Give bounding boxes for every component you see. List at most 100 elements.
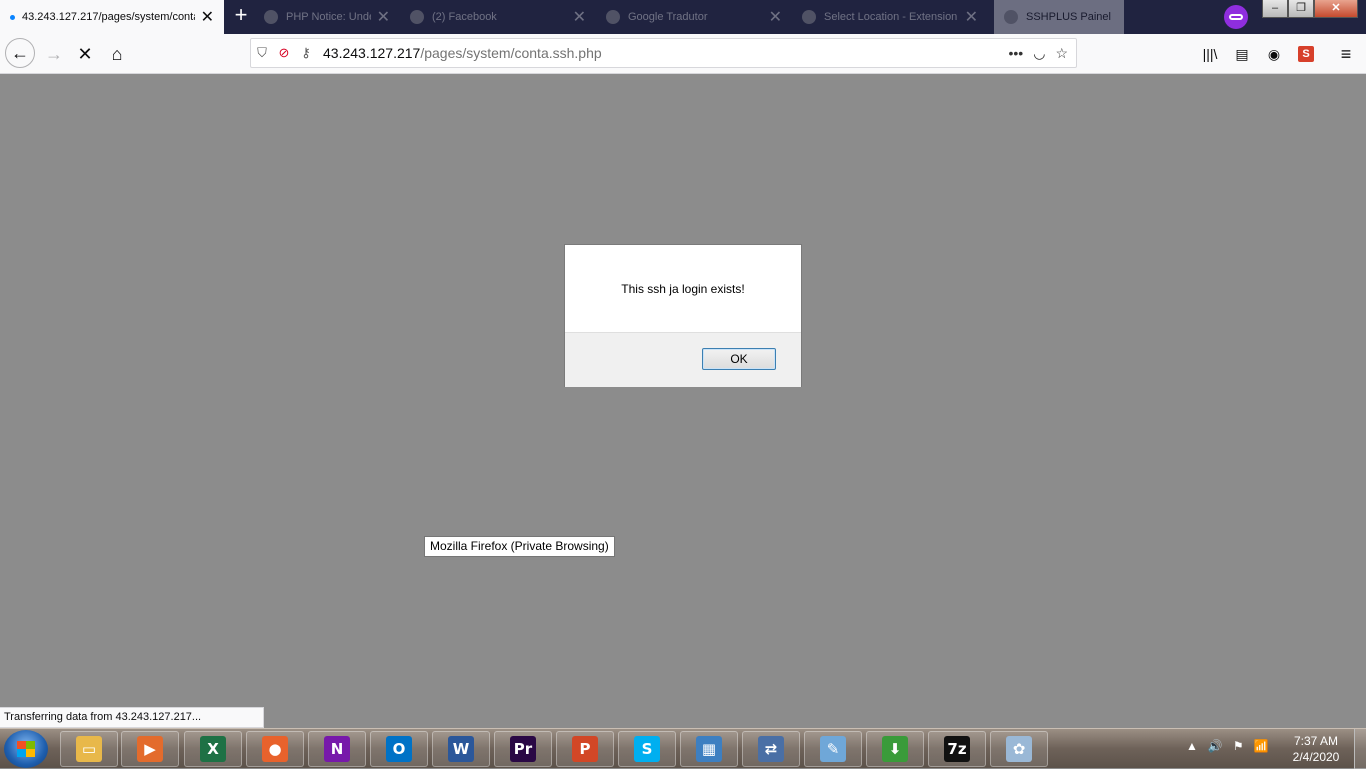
url-path: /pages/system/conta.ssh.php <box>420 45 602 61</box>
clock-time: 7:37 AM <box>1293 734 1339 748</box>
alert-message: This ssh ja login exists! <box>621 281 745 296</box>
taskbar-skype-button[interactable]: S <box>618 731 676 767</box>
address-bar[interactable]: ⛉ ⊘ ⚷ 43.243.127.217/pages/system/conta.… <box>250 38 1077 68</box>
tab-close-icon[interactable]: ✕ <box>965 7 978 27</box>
tab-background[interactable]: Select Location - Extension ✕ <box>792 0 988 34</box>
library-icon[interactable]: |||\ <box>1196 40 1224 68</box>
tab-close-icon[interactable]: ✕ <box>201 7 214 27</box>
7zip-icon: 7z <box>944 736 970 762</box>
taskbar-file-explorer-button[interactable]: ▭ <box>60 731 118 767</box>
minimize-button[interactable]: – <box>1262 0 1288 18</box>
tab-title: Select Location - Extension <box>824 11 958 23</box>
premiere-icon: Pr <box>510 736 536 762</box>
clock[interactable]: 7:37 AM 2/4/2020 <box>1286 733 1346 765</box>
taskbar-onenote-button[interactable]: N <box>308 731 366 767</box>
onenote-icon: N <box>324 736 350 762</box>
maximize-button[interactable]: ❐ <box>1288 0 1314 18</box>
taskbar-download-manager-button[interactable]: ⬇ <box>866 731 924 767</box>
alert-dialog: This ssh ja login exists! OK <box>564 244 802 387</box>
home-button[interactable]: ⌂ <box>103 40 131 68</box>
extension-button[interactable]: S <box>1292 40 1320 68</box>
back-button[interactable]: ← <box>5 38 35 68</box>
skype-icon: S <box>634 736 660 762</box>
shield-icon[interactable]: ⛉ <box>251 45 273 61</box>
tab-title: PHP Notice: Undefined <box>286 11 371 23</box>
taskbar-network-button[interactable]: ⇄ <box>742 731 800 767</box>
favicon-icon <box>1004 10 1018 24</box>
stop-button[interactable]: ✕ <box>71 40 99 68</box>
dialog-footer: OK <box>565 332 801 387</box>
taskbar-premiere-button[interactable]: Pr <box>494 731 552 767</box>
tab-background[interactable]: (2) Facebook ✕ <box>400 0 596 34</box>
file-explorer-icon: ▭ <box>76 736 102 762</box>
tab-background[interactable]: Google Tradutor ✕ <box>596 0 792 34</box>
paint-icon: ✿ <box>1006 736 1032 762</box>
new-tab-button[interactable]: + <box>230 4 252 28</box>
excel-icon: X <box>200 736 226 762</box>
control-panel-icon: ▦ <box>696 736 722 762</box>
system-tray: ▲ 🔊 ⚑ 📶 <box>1186 739 1269 753</box>
status-bar: Transferring data from 43.243.127.217... <box>0 707 264 728</box>
taskbar-tooltip: Mozilla Firefox (Private Browsing) <box>424 536 615 557</box>
taskbar-powerpoint-button[interactable]: P <box>556 731 614 767</box>
sidebar-icon[interactable]: ▤ <box>1228 40 1256 68</box>
tab-close-icon[interactable]: ✕ <box>769 7 782 27</box>
taskbar-word-button[interactable]: W <box>432 731 490 767</box>
url-host: 43.243.127.217 <box>323 45 421 61</box>
private-browsing-mask-icon <box>1224 5 1248 29</box>
clock-date: 2/4/2020 <box>1292 750 1340 764</box>
windows-taskbar: ▭ ▶ X ● N O W Pr P S ▦ ⇄ ✎ ⬇ 7z ✿ ▲ 🔊 ⚑ 📶 7:37 AM 2/4/2… <box>0 728 1366 769</box>
windows-logo-icon <box>17 741 35 757</box>
close-window-button[interactable]: ✕ <box>1314 0 1358 18</box>
taskbar-firefox-button[interactable]: ● <box>246 731 304 767</box>
favicon-icon <box>264 10 278 24</box>
tab-bar: 43.243.127.217/pages/system/conta.ssh.ph… <box>0 0 1366 34</box>
download-manager-icon: ⬇ <box>882 736 908 762</box>
tab-background[interactable]: PHP Notice: Undefined ✕ <box>254 0 400 34</box>
volume-icon[interactable]: 🔊 <box>1208 739 1223 753</box>
notepad-icon: ✎ <box>820 736 846 762</box>
facebook-icon <box>410 10 424 24</box>
url-text[interactable]: 43.243.127.217/pages/system/conta.ssh.ph… <box>323 45 1009 61</box>
taskbar-7zip-button[interactable]: 7z <box>928 731 986 767</box>
taskbar-outlook-button[interactable]: O <box>370 731 428 767</box>
taskbar-control-panel-button[interactable]: ▦ <box>680 731 738 767</box>
extension-s-icon: S <box>1298 46 1314 62</box>
navigation-toolbar: ← → ✕ ⌂ ⛉ ⊘ ⚷ 43.243.127.217/pages/syste… <box>0 34 1366 74</box>
menu-button[interactable]: ≡ <box>1332 40 1360 68</box>
insecure-lock-icon[interactable]: ⊘ <box>273 45 295 61</box>
loading-dot-icon <box>10 14 15 20</box>
tab-title: Google Tradutor <box>628 11 708 23</box>
tab-close-icon[interactable]: ✕ <box>377 7 390 27</box>
firefox-icon: ● <box>262 736 288 762</box>
tray-expand-icon[interactable]: ▲ <box>1186 739 1198 753</box>
extension-icon <box>802 10 816 24</box>
key-icon[interactable]: ⚷ <box>295 45 317 61</box>
taskbar-media-player-button[interactable]: ▶ <box>121 731 179 767</box>
favicon-icon <box>606 10 620 24</box>
page-actions-icon[interactable]: ••• <box>1009 45 1024 62</box>
taskbar-paint-button[interactable]: ✿ <box>990 731 1048 767</box>
tab-active[interactable]: 43.243.127.217/pages/system/conta.ssh.ph… <box>0 0 224 34</box>
taskbar-notepad-button[interactable]: ✎ <box>804 731 862 767</box>
tab-title: (2) Facebook <box>432 11 497 23</box>
network-signal-icon[interactable]: 📶 <box>1254 739 1269 753</box>
account-icon[interactable]: ◉ <box>1260 40 1288 68</box>
word-icon: W <box>448 736 474 762</box>
tab-title: SSHPLUS Painel <box>1026 11 1111 23</box>
powerpoint-icon: P <box>572 736 598 762</box>
media-player-icon: ▶ <box>137 736 163 762</box>
tab-background[interactable]: SSHPLUS Painel <box>994 0 1124 34</box>
ok-button[interactable]: OK <box>702 348 776 370</box>
forward-button[interactable]: → <box>40 40 68 68</box>
tab-title: 43.243.127.217/pages/system/conta.ssh.ph… <box>22 11 195 23</box>
network-icon: ⇄ <box>758 736 784 762</box>
start-button[interactable] <box>4 730 48 768</box>
taskbar-excel-button[interactable]: X <box>184 731 242 767</box>
bookmark-star-icon[interactable]: ☆ <box>1055 45 1068 62</box>
tab-close-icon[interactable]: ✕ <box>573 7 586 27</box>
pocket-icon[interactable]: ◡ <box>1033 45 1045 62</box>
show-desktop-button[interactable] <box>1354 729 1366 769</box>
outlook-icon: O <box>386 736 412 762</box>
action-center-flag-icon[interactable]: ⚑ <box>1233 739 1244 753</box>
